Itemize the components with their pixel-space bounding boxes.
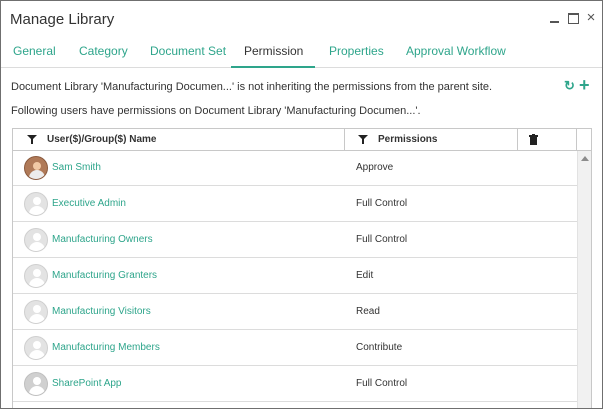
permission-level: Full Control bbox=[356, 198, 408, 209]
group-avatar-icon bbox=[24, 228, 48, 252]
filter-icon[interactable] bbox=[27, 135, 37, 144]
table-row[interactable]: Manufacturing Owners Full Control bbox=[13, 223, 577, 258]
user-name-link[interactable]: SharePoint App bbox=[52, 378, 122, 389]
permission-level: Full Control bbox=[356, 378, 408, 389]
app-avatar-icon bbox=[24, 372, 48, 396]
tab-approval-workflow[interactable]: Approval Workflow bbox=[406, 36, 506, 68]
group-avatar-icon bbox=[24, 300, 48, 324]
column-divider bbox=[517, 129, 518, 150]
table-row[interactable]: Manufacturing Members Contribute bbox=[13, 331, 577, 366]
column-divider bbox=[576, 129, 577, 150]
tab-general[interactable]: General bbox=[13, 36, 56, 68]
group-avatar-icon bbox=[24, 336, 48, 360]
maximize-icon[interactable] bbox=[566, 10, 580, 26]
tab-document-set[interactable]: Document Set bbox=[150, 36, 226, 68]
close-icon[interactable]: × bbox=[584, 10, 598, 26]
refresh-icon[interactable]: ↻ bbox=[564, 79, 576, 93]
user-name-link[interactable]: Manufacturing Granters bbox=[52, 270, 157, 281]
column-divider bbox=[344, 129, 345, 150]
column-header-permissions[interactable]: Permissions bbox=[378, 129, 437, 150]
active-tab-indicator bbox=[231, 66, 315, 68]
table-row[interactable]: Manufacturing Visitors Read bbox=[13, 295, 577, 330]
dialog-title: Manage Library bbox=[10, 11, 115, 28]
trash-icon[interactable] bbox=[529, 134, 538, 145]
permission-level: Edit bbox=[356, 270, 374, 281]
grid-body: Sam Smith Approve Executive Admin Full C… bbox=[13, 151, 577, 408]
user-photo-avatar bbox=[24, 156, 48, 180]
user-name-link[interactable]: Manufacturing Owners bbox=[52, 234, 153, 245]
group-avatar-icon bbox=[24, 192, 48, 216]
minimize-icon[interactable] bbox=[548, 10, 562, 26]
tab-category[interactable]: Category bbox=[79, 36, 128, 68]
user-name-link[interactable]: Manufacturing Visitors bbox=[52, 306, 151, 317]
user-name-link[interactable]: Sam Smith bbox=[52, 162, 101, 173]
permissions-grid: User($)/Group($) Name Permissions Sam Sm… bbox=[12, 128, 592, 408]
permission-level: Full Control bbox=[356, 234, 408, 245]
manage-library-dialog: Manage Library × General Category Docume… bbox=[0, 0, 603, 409]
tab-properties[interactable]: Properties bbox=[329, 36, 384, 68]
permission-level: Read bbox=[356, 306, 380, 317]
tab-bar: General Category Document Set Permission… bbox=[1, 36, 602, 68]
grid-header: User($)/Group($) Name Permissions bbox=[13, 129, 591, 151]
user-name-link[interactable]: Executive Admin bbox=[52, 198, 126, 209]
user-name-link[interactable]: Manufacturing Members bbox=[52, 342, 160, 353]
group-avatar-icon bbox=[24, 264, 48, 288]
table-row[interactable]: Manufacturing Granters Edit bbox=[13, 259, 577, 294]
permission-level: Approve bbox=[356, 162, 394, 173]
title-bar: Manage Library × bbox=[1, 1, 602, 36]
scroll-up-arrow-icon[interactable] bbox=[581, 156, 589, 161]
permission-level: Contribute bbox=[356, 342, 403, 353]
vertical-scrollbar[interactable] bbox=[577, 151, 591, 408]
tab-permission[interactable]: Permission bbox=[244, 36, 303, 68]
table-row[interactable]: SharePoint App Full Control bbox=[13, 367, 577, 402]
column-header-name[interactable]: User($)/Group($) Name bbox=[47, 129, 156, 150]
table-row[interactable]: Sam Smith Approve bbox=[13, 151, 577, 186]
filter-icon[interactable] bbox=[358, 135, 368, 144]
add-icon[interactable]: + bbox=[579, 76, 593, 94]
users-permission-message: Following users have permissions on Docu… bbox=[11, 105, 421, 117]
inheritance-message: Document Library 'Manufacturing Documen.… bbox=[11, 81, 493, 93]
table-row[interactable]: Executive Admin Full Control bbox=[13, 187, 577, 222]
